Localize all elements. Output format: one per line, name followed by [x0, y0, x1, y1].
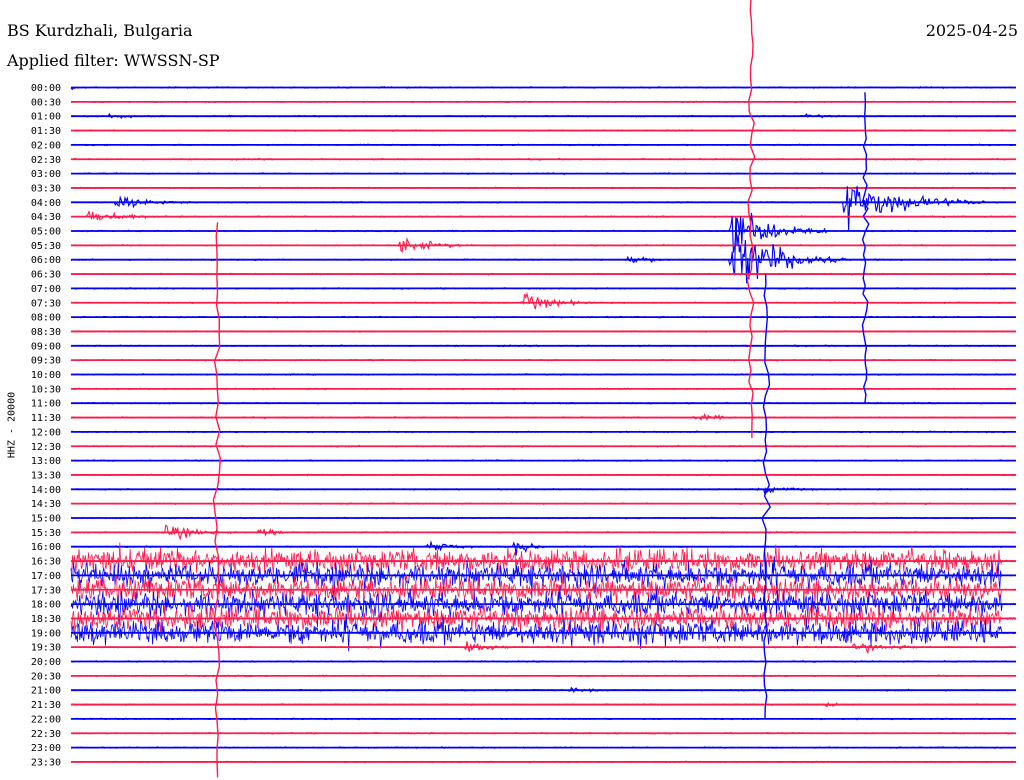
spike-line [761, 273, 772, 719]
spike-line [212, 222, 222, 778]
tick-label: 00:30 [31, 97, 61, 108]
tick-label: 19:30 [31, 643, 61, 654]
trace-line [70, 186, 1016, 231]
seismogram-plot: 00:00 00:30 01:00 01:30 02:00 02:30 03:00 03:30… [31, 0, 1017, 778]
tick-label: 11:30 [31, 413, 61, 424]
tick-label: 20:00 [31, 657, 61, 668]
tick-label: 13:00 [31, 456, 61, 467]
tick-label: 09:30 [31, 356, 61, 367]
tick-label: 18:30 [31, 614, 61, 625]
tick-label: 03:00 [31, 169, 61, 180]
tick-label: 14:00 [31, 485, 61, 496]
trace-line [70, 212, 1016, 253]
tick-label: 08:30 [31, 327, 61, 338]
tick-label: 07:30 [31, 298, 61, 309]
tick-label: 17:30 [31, 585, 61, 596]
trace-line [70, 209, 1016, 221]
trace-line [70, 291, 1016, 310]
tick-label: 02:30 [31, 155, 61, 166]
tick-label: 07:00 [31, 284, 61, 295]
tick-label: 15:00 [31, 514, 61, 525]
tick-label: 02:00 [31, 140, 61, 151]
tick-label: 16:30 [31, 557, 61, 568]
tick-label: 10:00 [31, 370, 61, 381]
tick-label: 12:00 [31, 427, 61, 438]
tick-label: 03:30 [31, 183, 61, 194]
tick-label: 04:00 [31, 198, 61, 209]
tick-label: 06:30 [31, 270, 61, 281]
tick-label: 01:00 [31, 112, 61, 123]
tick-label: 19:00 [31, 628, 61, 639]
tick-label: 06:00 [31, 255, 61, 266]
tick-label: 08:00 [31, 313, 61, 324]
tick-label: 10:30 [31, 384, 61, 395]
tick-label: 22:30 [31, 729, 61, 740]
tick-label: 05:00 [31, 227, 61, 238]
tick-label: 23:00 [31, 743, 61, 754]
tick-label: 01:30 [31, 126, 61, 137]
tick-label: 11:00 [31, 399, 61, 410]
tick-label: 15:30 [31, 528, 61, 539]
tick-label: 23:30 [31, 757, 61, 768]
tick-label: 21:00 [31, 686, 61, 697]
tick-label: 16:00 [31, 542, 61, 553]
tick-label: 04:30 [31, 212, 61, 223]
tick-label: 13:30 [31, 470, 61, 481]
tick-label: 14:30 [31, 499, 61, 510]
spike-line [861, 92, 870, 403]
tick-label: 21:30 [31, 700, 61, 711]
tick-label: 00:00 [31, 83, 61, 94]
trace-line [70, 540, 1016, 556]
tick-label: 05:30 [31, 241, 61, 252]
tick-label: 22:00 [31, 714, 61, 725]
tick-label: 09:00 [31, 341, 61, 352]
tick-label: 18:00 [31, 600, 61, 611]
tick-label: 17:00 [31, 571, 61, 582]
tick-label: 20:30 [31, 671, 61, 682]
tick-label: 12:30 [31, 442, 61, 453]
